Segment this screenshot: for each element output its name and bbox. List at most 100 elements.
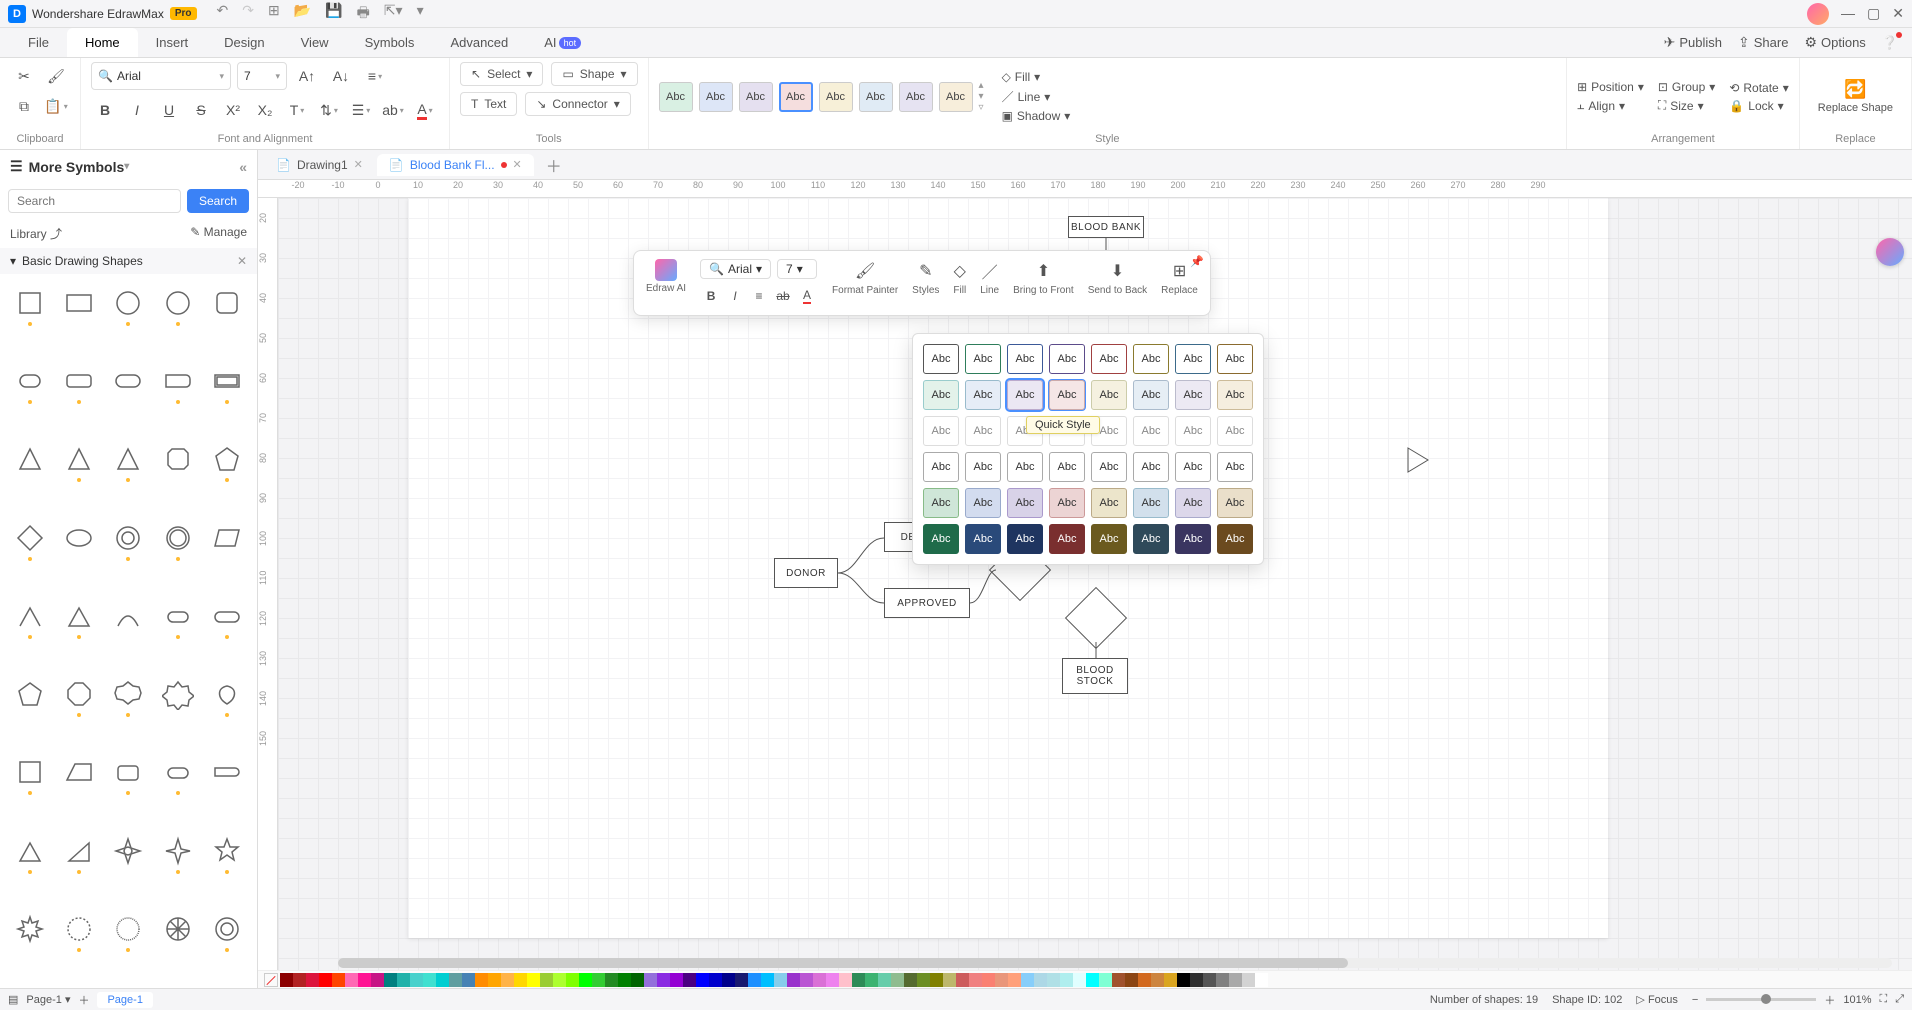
shape-gallery-item[interactable] [57,517,100,559]
tab-advanced[interactable]: Advanced [432,28,526,57]
tab1-close-icon[interactable]: ✕ [354,158,363,171]
quick-style-swatch[interactable]: Abc [1175,416,1211,446]
color-swatch[interactable] [514,973,527,987]
quick-style-swatch[interactable]: Abc [1133,524,1169,554]
ribbon-style-swatch[interactable]: Abc [739,82,773,112]
no-color-icon[interactable] [264,973,278,987]
color-swatch[interactable] [1151,973,1164,987]
float-font-select[interactable]: 🔍 Arial ▾ [700,259,771,279]
quick-style-swatch[interactable]: Abc [1091,380,1127,410]
quick-style-swatch[interactable]: Abc [965,452,1001,482]
color-swatch[interactable] [722,973,735,987]
shape-gallery-item[interactable] [206,751,249,793]
float-line[interactable]: ／Line [980,259,999,296]
color-swatch[interactable] [475,973,488,987]
print-icon[interactable]: 🖶 [357,2,370,26]
tab-home[interactable]: Home [67,28,138,57]
replace-shape-button[interactable]: 🔁 Replace Shape [1810,75,1901,118]
fullscreen-icon[interactable]: ⤢ [1895,993,1904,1006]
shape-gallery-item[interactable] [8,282,51,324]
page-tab-active[interactable]: Page-1 [97,992,152,1008]
float-size-select[interactable]: 7 ▾ [777,259,817,279]
options-button[interactable]: ⚙Options [1804,34,1865,51]
position-button[interactable]: ⊞ Position ▾ [1577,80,1644,94]
symbol-search-input[interactable] [8,189,181,213]
symbol-search-button[interactable]: Search [187,189,249,213]
zoom-in-icon[interactable]: ＋ [1824,992,1835,1008]
group-button[interactable]: ⊡ Group ▾ [1658,80,1715,94]
close-icon[interactable]: ✕ [1892,5,1904,22]
focus-button[interactable]: ▷ Focus [1636,993,1677,1006]
float-align-icon[interactable]: ≡ [748,285,770,307]
quick-style-swatch[interactable]: Abc [1175,380,1211,410]
ribbon-style-swatch[interactable]: Abc [779,82,813,112]
doc-tab-1[interactable]: 📄 Drawing1✕ [264,154,375,176]
bold-icon[interactable]: B [91,96,119,124]
color-swatch[interactable] [1047,973,1060,987]
shape-gallery-item[interactable] [206,438,249,480]
connector-tool[interactable]: ↘ Connector ▾ [525,92,630,116]
quick-style-swatch[interactable]: Abc [1007,524,1043,554]
case-icon[interactable]: ab [379,96,407,124]
shape-gallery-item[interactable] [107,517,150,559]
ribbon-style-swatch[interactable]: Abc [939,82,973,112]
shadow-button[interactable]: ▣ Shadow ▾ [1002,109,1071,123]
color-swatch[interactable] [1099,973,1112,987]
copy-icon[interactable]: ⧉ [10,92,38,120]
share-button[interactable]: ⇪Share [1738,34,1788,51]
float-bring-front[interactable]: ⬆Bring to Front [1013,259,1074,296]
align-button[interactable]: ⫠ Align ▾ [1577,98,1644,113]
shape-gallery-item[interactable] [107,673,150,715]
shape-gallery-item[interactable] [8,360,51,402]
size-button[interactable]: ⛶ Size ▾ [1658,98,1715,113]
quick-style-swatch[interactable]: Abc [1217,524,1253,554]
font-family-select[interactable]: 🔍 Arial▾ [91,62,231,90]
qat-more-icon[interactable]: ▾ [417,2,424,26]
minimize-icon[interactable]: — [1841,5,1855,22]
line-button[interactable]: ／ Line ▾ [1002,88,1071,105]
color-swatch[interactable] [813,973,826,987]
color-swatch[interactable] [800,973,813,987]
shape-blood-bank[interactable]: BLOOD BANK [1068,216,1144,238]
color-swatch[interactable] [1229,973,1242,987]
shape-gallery-item[interactable] [156,595,199,637]
quick-style-swatch[interactable]: Abc [1175,524,1211,554]
color-swatch[interactable] [280,973,293,987]
quick-style-swatch[interactable]: Abc [1175,488,1211,518]
quick-style-swatch[interactable]: Abc [923,416,959,446]
shape-gallery-item[interactable] [107,360,150,402]
shape-gallery-item[interactable] [57,595,100,637]
undo-icon[interactable]: ↶ [217,2,229,26]
color-swatch[interactable] [852,973,865,987]
color-swatch[interactable] [1177,973,1190,987]
shape-gallery-item[interactable] [156,438,199,480]
panel-collapse-icon[interactable]: « [239,159,247,175]
quick-style-swatch[interactable]: Abc [1007,488,1043,518]
shape-gallery-item[interactable] [156,673,199,715]
redo-icon[interactable]: ↷ [242,2,254,26]
shape-gallery-item[interactable] [107,830,150,872]
color-swatch[interactable] [969,973,982,987]
ai-side-icon[interactable] [1876,238,1904,266]
color-swatch[interactable] [1021,973,1034,987]
shape-gallery-item[interactable] [206,595,249,637]
quick-style-swatch[interactable]: Abc [1007,452,1043,482]
shape-gallery-item[interactable] [8,751,51,793]
text-align-icon[interactable]: ≡ [361,62,389,90]
style-scroll-down-icon[interactable]: ▾ [979,91,984,102]
save-icon[interactable]: 💾 [325,2,342,26]
float-bold-icon[interactable]: B [700,285,722,307]
quick-style-swatch[interactable]: Abc [1217,380,1253,410]
category-close-icon[interactable]: ✕ [237,254,247,268]
quick-style-swatch[interactable]: Abc [1091,344,1127,374]
color-swatch[interactable] [384,973,397,987]
new-icon[interactable]: ⊞ [268,2,280,26]
color-swatch[interactable] [449,973,462,987]
color-swatch[interactable] [644,973,657,987]
fill-button[interactable]: ◇ Fill ▾ [1002,70,1071,84]
tab-ai[interactable]: AIhot [526,28,599,57]
shape-tool[interactable]: ▭ Shape ▾ [551,62,637,86]
quick-style-swatch[interactable]: Abc [1007,380,1043,410]
color-swatch[interactable] [878,973,891,987]
color-swatch[interactable] [1242,973,1255,987]
